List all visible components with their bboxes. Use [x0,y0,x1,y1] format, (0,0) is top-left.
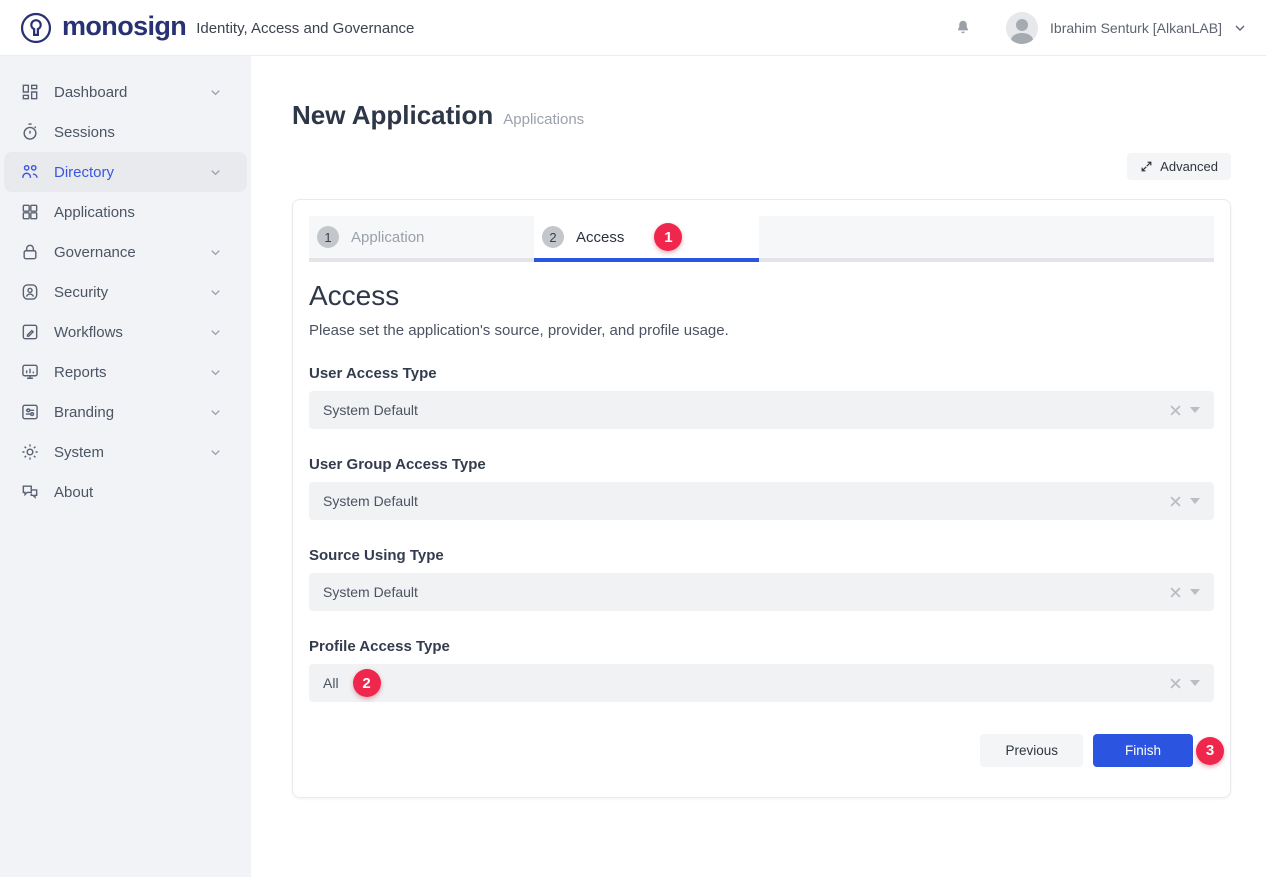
chevron-down-icon [208,405,223,420]
profile-access-type-select[interactable]: All 2 [309,664,1214,702]
clear-icon[interactable] [1170,405,1181,416]
chevron-down-icon [208,445,223,460]
user-avatar[interactable] [1006,12,1038,44]
wizard-actions: Previous Finish 3 [309,734,1224,767]
sidebar-item-about[interactable]: About [4,472,247,512]
sidebar-item-directory[interactable]: Directory [4,152,247,192]
section-description: Please set the application's source, pro… [309,322,1214,339]
sidebar-item-branding[interactable]: Branding [4,392,247,432]
gear-icon [20,442,40,462]
stopwatch-icon [20,122,40,142]
notification-bell-icon[interactable] [954,18,972,37]
chevron-down-icon [208,245,223,260]
field-source-using-type: Source Using Type System Default [309,547,1214,611]
chevron-down-icon[interactable] [1232,20,1248,36]
sidebar-item-system[interactable]: System [4,432,247,472]
brand-logo[interactable]: monosign [18,10,186,46]
caret-down-icon[interactable] [1190,498,1200,504]
page-title: New Application [292,100,493,131]
main-content: New Application Applications Advanced 1 [251,56,1266,877]
finish-button[interactable]: Finish [1093,734,1193,767]
chevron-down-icon [208,165,223,180]
source-using-type-select[interactable]: System Default [309,573,1214,611]
clear-icon[interactable] [1170,678,1181,689]
sidebar-item-reports[interactable]: Reports [4,352,247,392]
step-tab-access[interactable]: 2 Access 1 [534,216,759,262]
apps-grid-icon [20,202,40,222]
chart-monitor-icon [20,362,40,382]
expand-arrows-icon [1140,160,1153,173]
field-profile-access-type: Profile Access Type All 2 [309,638,1214,702]
caret-down-icon[interactable] [1190,407,1200,413]
annotation-badge-3: 3 [1196,737,1224,765]
breadcrumb: Applications [503,111,584,128]
chevron-down-icon [208,285,223,300]
user-name: Ibrahim Senturk [AlkanLAB] [1050,20,1222,36]
app-window: monosign Identity, Access and Governance… [0,0,1266,877]
workflow-pen-icon [20,322,40,342]
step-tab-application[interactable]: 1 Application [309,216,534,262]
top-header: monosign Identity, Access and Governance… [0,0,1266,56]
sidebar-item-applications[interactable]: Applications [4,192,247,232]
section-heading: Access [309,280,1214,312]
clear-icon[interactable] [1170,496,1181,507]
dashboard-icon [20,82,40,102]
chevron-down-icon [208,325,223,340]
wizard-card: 1 Application 2 Access 1 Access Please s… [292,199,1231,798]
sidebar-nav: Dashboard Sessions Directory [0,56,251,877]
tab-strip-filler [759,216,1214,262]
brand-tagline: Identity, Access and Governance [196,20,414,37]
chevron-down-icon [208,365,223,380]
clear-icon[interactable] [1170,587,1181,598]
field-user-access-type: User Access Type System Default [309,365,1214,429]
sidebar-item-sessions[interactable]: Sessions [4,112,247,152]
lock-icon [20,242,40,262]
user-badge-icon [20,282,40,302]
lightbulb-logo-icon [18,10,54,46]
field-user-group-access-type: User Group Access Type System Default [309,456,1214,520]
step-number: 2 [542,226,564,248]
brand-wordmark: monosign [62,11,186,42]
chevron-down-icon [208,85,223,100]
page-header: New Application Applications [292,100,1231,131]
user-access-type-select[interactable]: System Default [309,391,1214,429]
annotation-badge-1: 1 [654,223,682,251]
advanced-button[interactable]: Advanced [1127,153,1231,180]
caret-down-icon[interactable] [1190,589,1200,595]
sidebar-item-workflows[interactable]: Workflows [4,312,247,352]
access-form: Access Please set the application's sour… [309,262,1214,767]
sidebar-item-security[interactable]: Security [4,272,247,312]
sidebar-item-governance[interactable]: Governance [4,232,247,272]
caret-down-icon[interactable] [1190,680,1200,686]
previous-button[interactable]: Previous [980,734,1083,767]
sliders-icon [20,402,40,422]
annotation-badge-2: 2 [353,669,381,697]
wizard-steps: 1 Application 2 Access 1 [309,216,1214,262]
chat-question-icon [20,482,40,502]
user-group-access-type-select[interactable]: System Default [309,482,1214,520]
step-number: 1 [317,226,339,248]
users-icon [20,162,40,182]
sidebar-item-dashboard[interactable]: Dashboard [4,72,247,112]
